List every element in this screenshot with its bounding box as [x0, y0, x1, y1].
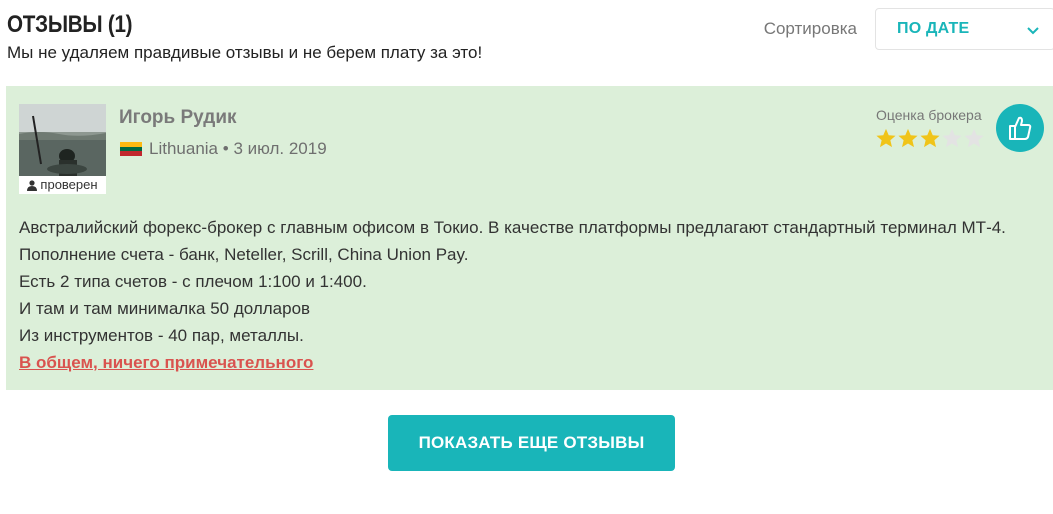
star-empty-icon	[942, 128, 962, 148]
rating-label: Оценка брокера	[876, 107, 982, 123]
star-empty-icon	[964, 128, 984, 148]
thumbs-up-icon	[1009, 116, 1032, 140]
review-line: Пополнение счета - банк, Neteller, Scril…	[19, 245, 469, 264]
review-line: И там и там минималка 50 долларов	[19, 299, 311, 318]
show-more-reviews-button[interactable]: ПОКАЗАТЬ ЕЩЕ ОТЗЫВЫ	[388, 415, 675, 471]
avatar-block: проверен	[19, 104, 106, 194]
avatar-photo	[19, 104, 106, 176]
star-filled-icon	[898, 128, 918, 148]
user-icon	[27, 180, 38, 192]
chevron-down-icon	[1027, 27, 1039, 35]
sort-label: Сортировка	[763, 19, 857, 38]
like-button[interactable]	[996, 104, 1044, 152]
review-date: 3 июл. 2019	[233, 139, 327, 158]
rating-stars	[875, 128, 985, 148]
avatar[interactable]	[19, 104, 106, 176]
star-filled-icon	[876, 128, 896, 148]
page-subtitle: Мы не удаляем правдивые отзывы и не бере…	[7, 43, 483, 62]
sort-dropdown[interactable]: ПО ДАТЕ	[875, 8, 1053, 50]
review-card: проверен Игорь Рудик Lithuania • 3 июл. …	[6, 86, 1053, 390]
review-line: Есть 2 типа счетов - с плечом 1:100 и 1:…	[19, 272, 367, 291]
review-body: Австралийский форекс-брокер с главным оф…	[19, 214, 1049, 376]
review-meta: Lithuania • 3 июл. 2019	[120, 139, 327, 159]
lithuania-flag-icon	[120, 142, 142, 156]
reviews-header: ОТЗЫВЫ (1) Мы не удаляем правдивые отзыв…	[0, 0, 1053, 80]
review-conclusion: В общем, ничего примечательного	[19, 353, 314, 372]
review-country: Lithuania	[149, 139, 219, 158]
review-line: Из инструментов - 40 пар, металлы.	[19, 326, 304, 345]
meta-separator: •	[222, 139, 229, 158]
review-line: Австралийский форекс-брокер с главным оф…	[19, 218, 1006, 237]
star-filled-icon	[920, 128, 940, 148]
verified-label: проверен	[40, 177, 98, 192]
page-title: ОТЗЫВЫ (1)	[7, 11, 133, 38]
review-author[interactable]: Игорь Рудик	[119, 107, 237, 129]
sort-selected-value: ПО ДАТЕ	[897, 20, 970, 37]
verified-badge: проверен	[19, 176, 106, 194]
